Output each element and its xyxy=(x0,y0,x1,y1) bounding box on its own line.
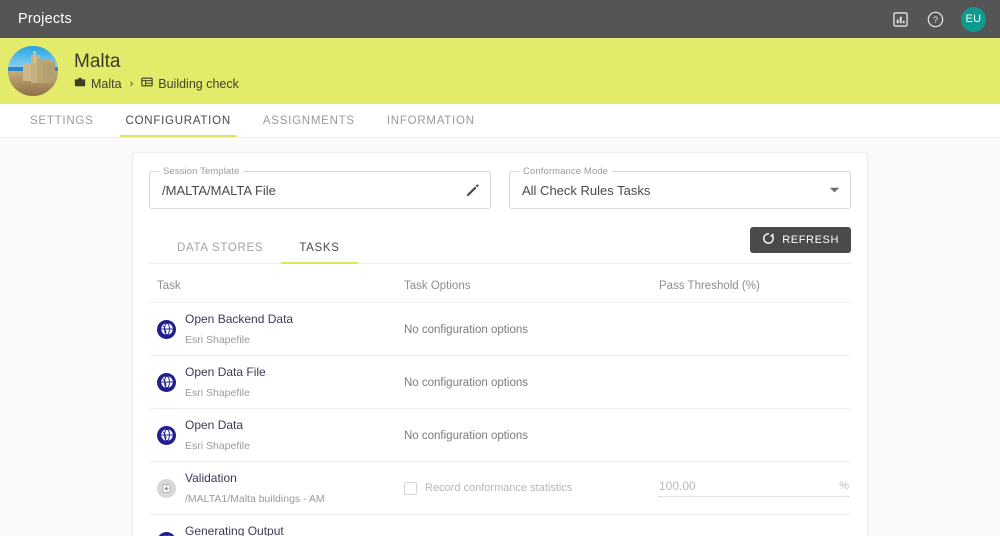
task-subtitle: /MALTA1/Malta buildings - AM xyxy=(185,493,325,505)
refresh-button[interactable]: REFRESH xyxy=(750,227,851,253)
task-cell: Open Backend Data Esri Shapefile xyxy=(149,302,404,356)
refresh-icon xyxy=(762,232,775,248)
validation-icon xyxy=(157,478,176,498)
task-cell: Open Data Esri Shapefile xyxy=(149,408,404,462)
globe-icon xyxy=(157,425,176,445)
task-threshold-cell xyxy=(659,514,851,536)
task-subtitle: Esri Shapefile xyxy=(185,440,250,452)
breadcrumb-label-check: Building check xyxy=(158,76,239,91)
globe-icon xyxy=(157,531,176,536)
task-options-cell: No configuration options xyxy=(404,355,659,409)
globe-icon xyxy=(157,319,176,339)
task-title: Validation xyxy=(185,471,237,485)
column-header-task-options: Task Options xyxy=(404,268,659,303)
top-app-bar: Projects ? EU xyxy=(0,0,1000,38)
refresh-button-label: REFRESH xyxy=(782,234,839,246)
task-cell: Validation /MALTA1/Malta buildings - AM xyxy=(149,461,404,515)
briefcase-icon xyxy=(74,76,86,91)
pass-threshold-input[interactable]: 100.00 % xyxy=(659,479,849,497)
conformance-mode-value: All Check Rules Tasks xyxy=(522,182,651,198)
task-options-text: No configuration options xyxy=(404,377,529,389)
primary-tabs: SETTINGS CONFIGURATION ASSIGNMENTS INFOR… xyxy=(0,104,1000,138)
configuration-card: Session Template /MALTA/MALTA File Confo… xyxy=(132,152,868,536)
breadcrumb-item-check[interactable]: Building check xyxy=(141,76,239,91)
table-row[interactable]: Generating Output Esri Shapefile No conf… xyxy=(149,514,851,536)
tasks-table-body: Open Backend Data Esri Shapefile No conf… xyxy=(149,302,851,536)
breadcrumb-separator: › xyxy=(129,77,134,90)
task-threshold-cell xyxy=(659,302,851,356)
tab-assignments[interactable]: ASSIGNMENTS xyxy=(247,104,371,137)
project-banner: Malta Malta › Building check xyxy=(0,38,1000,104)
task-options-cell: No configuration options xyxy=(404,302,659,356)
table-row[interactable]: Open Backend Data Esri Shapefile No conf… xyxy=(149,302,851,356)
table-header-row: Task Task Options Pass Threshold (%) xyxy=(149,268,851,303)
tab-configuration[interactable]: CONFIGURATION xyxy=(110,104,247,137)
percent-suffix: % xyxy=(839,480,849,492)
globe-icon xyxy=(157,372,176,392)
task-title: Open Data xyxy=(185,418,244,432)
subtab-tasks[interactable]: TASKS xyxy=(281,235,359,264)
tasks-table-head: Task Task Options Pass Threshold (%) xyxy=(149,268,851,303)
table-row[interactable]: Validation /MALTA1/Malta buildings - AM … xyxy=(149,461,851,515)
task-options-text: No configuration options xyxy=(404,324,529,336)
tab-settings[interactable]: SETTINGS xyxy=(14,104,110,137)
project-thumbnail xyxy=(8,46,58,96)
breadcrumb-item-project[interactable]: Malta xyxy=(74,76,122,91)
task-title: Generating Output xyxy=(185,524,284,536)
config-form-row: Session Template /MALTA/MALTA File Confo… xyxy=(149,166,851,209)
task-title: Open Data File xyxy=(185,365,266,379)
record-conformance-statistics-label: Record conformance statistics xyxy=(425,482,573,494)
subtab-data-stores[interactable]: DATA STORES xyxy=(159,235,281,263)
banner-text: Malta Malta › Building check xyxy=(74,51,239,91)
conformance-mode-label: Conformance Mode xyxy=(519,166,613,177)
column-header-task: Task xyxy=(149,268,404,303)
conformance-mode-field[interactable]: Conformance Mode All Check Rules Tasks xyxy=(509,166,851,209)
task-threshold-cell xyxy=(659,408,851,462)
task-subtitle: Esri Shapefile xyxy=(185,387,250,399)
app-title: Projects xyxy=(18,11,72,27)
task-options-cell: Record conformance statistics xyxy=(404,461,659,515)
task-options-text: No configuration options xyxy=(404,430,529,442)
analytics-icon[interactable] xyxy=(889,8,911,30)
task-cell: Open Data File Esri Shapefile xyxy=(149,355,404,409)
table-row[interactable]: Open Data File Esri Shapefile No configu… xyxy=(149,355,851,409)
help-icon[interactable]: ? xyxy=(924,8,946,30)
page-title: Malta xyxy=(74,51,121,72)
task-options-cell: No configuration options xyxy=(404,408,659,462)
breadcrumb-label-project: Malta xyxy=(91,76,122,91)
chevron-down-icon[interactable] xyxy=(829,186,840,194)
task-threshold-cell: 100.00 % xyxy=(659,461,851,515)
secondary-tabs: DATA STORES TASKS xyxy=(149,235,851,264)
topbar-actions: ? EU xyxy=(889,6,986,32)
table-row[interactable]: Open Data Esri Shapefile No configuratio… xyxy=(149,408,851,462)
record-conformance-statistics-checkbox[interactable] xyxy=(404,481,417,495)
page-body: Session Template /MALTA/MALTA File Confo… xyxy=(0,138,1000,536)
task-options-cell: No configuration options xyxy=(404,514,659,536)
table-icon xyxy=(141,76,153,91)
user-avatar[interactable]: EU xyxy=(961,6,986,32)
svg-text:?: ? xyxy=(933,14,938,24)
tasks-table: Task Task Options Pass Threshold (%) Ope… xyxy=(149,268,851,536)
session-template-field[interactable]: Session Template /MALTA/MALTA File xyxy=(149,166,491,209)
task-subtitle: Esri Shapefile xyxy=(185,334,250,346)
column-header-pass-threshold: Pass Threshold (%) xyxy=(659,268,851,303)
tasks-section: DATA STORES TASKS REFRESH xyxy=(149,227,851,264)
task-title: Open Backend Data xyxy=(185,312,294,326)
tab-information[interactable]: INFORMATION xyxy=(371,104,491,137)
edit-pencil-icon[interactable] xyxy=(465,183,480,198)
task-cell: Generating Output Esri Shapefile xyxy=(149,514,404,536)
session-template-value: /MALTA/MALTA File xyxy=(162,182,276,198)
task-threshold-cell xyxy=(659,355,851,409)
session-template-label: Session Template xyxy=(159,166,244,177)
breadcrumb: Malta › Building check xyxy=(74,76,239,91)
pass-threshold-value: 100.00 xyxy=(659,479,696,493)
